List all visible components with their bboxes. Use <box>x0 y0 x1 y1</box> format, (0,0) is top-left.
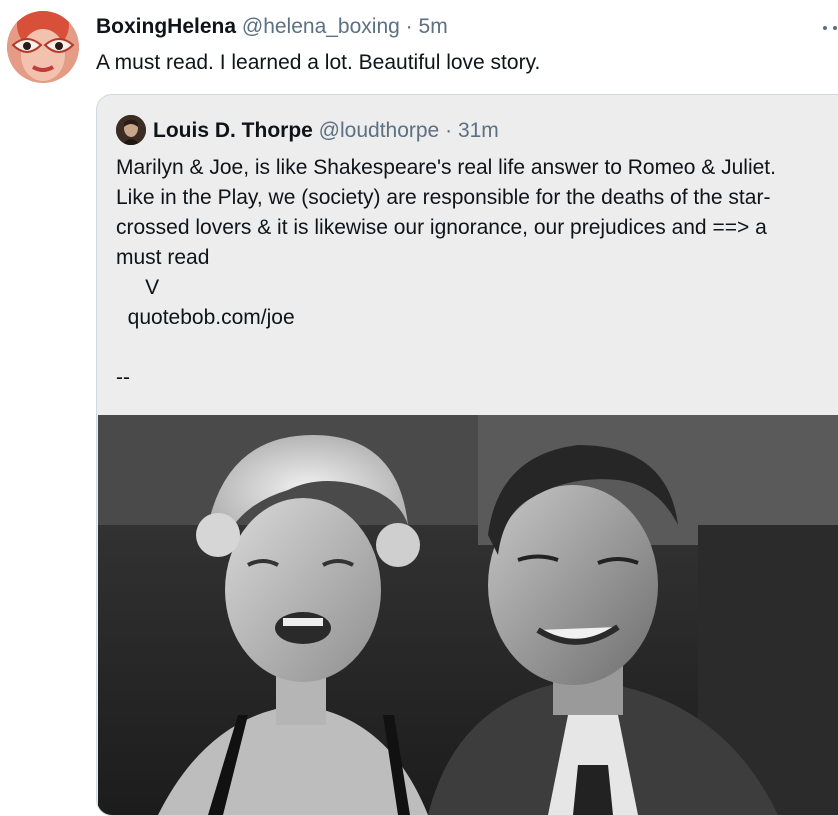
quoted-author-handle[interactable]: @loudthorpe <box>319 119 440 142</box>
quoted-text-line: must read <box>116 246 210 269</box>
quoted-tweet-timestamp[interactable]: 31m <box>458 119 499 142</box>
tweet-header: BoxingHelena @helena_boxing · 5m <box>96 13 448 41</box>
quoted-text-line: Marilyn & Joe, is like Shakespeare's rea… <box>116 156 776 179</box>
quoted-text-line: -- <box>116 366 130 389</box>
author-name[interactable]: BoxingHelena <box>96 15 236 38</box>
author-handle[interactable]: @helena_boxing <box>242 15 400 38</box>
ellipsis-icon[interactable] <box>822 14 838 34</box>
quoted-author-avatar <box>116 115 146 145</box>
tweet-timestamp[interactable]: 5m <box>419 15 448 38</box>
tweet-text: A must read. I learned a lot. Beautiful … <box>96 51 541 74</box>
quoted-author-name[interactable]: Louis D. Thorpe <box>153 119 313 142</box>
author-avatar[interactable] <box>7 11 79 83</box>
quoted-text-line: Like in the Play, we (society) are respo… <box>116 186 771 209</box>
quoted-text-line <box>116 333 836 363</box>
quoted-text-line: crossed lovers & it is likewise our igno… <box>116 216 767 239</box>
quoted-tweet-photo[interactable] <box>98 415 838 815</box>
quoted-text-line: V <box>116 276 160 299</box>
separator-dot: · <box>445 119 453 142</box>
avatar-image <box>7 11 79 83</box>
quoted-link-text: quotebob.com/joe <box>116 306 295 329</box>
separator-dot: · <box>405 15 413 38</box>
quoted-tweet-card[interactable]: Louis D. Thorpe @loudthorpe · 31m Marily… <box>96 94 838 816</box>
quoted-tweet-header: Louis D. Thorpe @loudthorpe · 31m <box>153 117 499 145</box>
quoted-tweet-text: Marilyn & Joe, is like Shakespeare's rea… <box>116 153 836 393</box>
